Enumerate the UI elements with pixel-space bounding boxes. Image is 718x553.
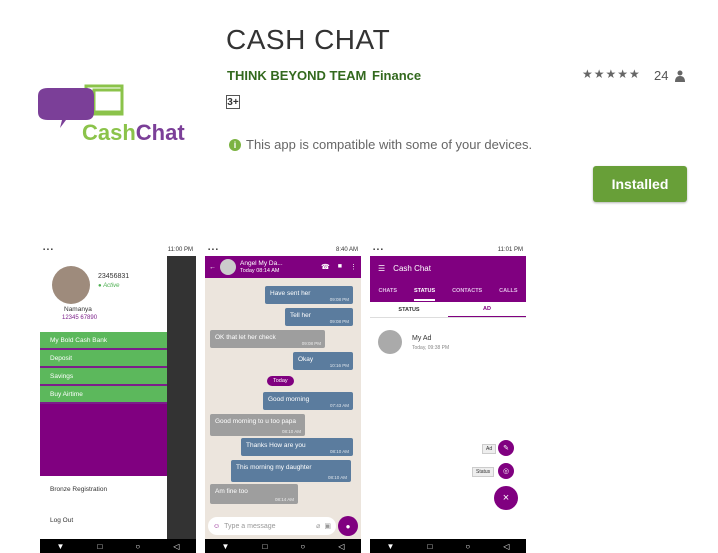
mic-icon: ●: [345, 521, 351, 531]
fab-status-button[interactable]: ◎: [498, 463, 514, 479]
home-icon: ○: [300, 541, 306, 551]
compatibility-note: i This app is compatible with some of yo…: [229, 137, 532, 152]
menu-item-buy-airtime[interactable]: Buy Airtime: [40, 386, 167, 404]
profile-subnumber: 12345 67890: [62, 315, 98, 321]
sub-tabs: STATUS AD: [370, 302, 526, 318]
compatibility-text: This app is compatible with some of your…: [246, 137, 533, 152]
category-link[interactable]: Finance: [372, 68, 421, 83]
menu-item-logout[interactable]: Log Out: [40, 509, 167, 532]
fab-status-label: Status: [472, 467, 495, 477]
home-icon: ○: [465, 541, 471, 551]
back-icon: ◁: [338, 541, 345, 551]
message-bubble: Thanks How are you 08:10 AM: [241, 438, 353, 456]
screenshot-2[interactable]: ▪ ▪ ▪ 8:40 AM ← Angel My Da... Today 08:1…: [205, 244, 361, 553]
fab-close-button[interactable]: ×: [494, 486, 518, 510]
back-icon: ◁: [173, 541, 180, 551]
tab-calls[interactable]: CALLS: [499, 288, 517, 294]
nav-drawer: 23456831 ● Active Namanya 12345 67890 My…: [40, 256, 167, 539]
home-icon: ○: [135, 541, 141, 551]
message-bubble: Am fine too 08:14 AM: [210, 484, 298, 504]
status-badge: ● Active: [98, 283, 120, 289]
subtab-status[interactable]: STATUS: [370, 302, 448, 317]
app-bar: ☰ Cash Chat: [370, 256, 526, 280]
logo-text: CashChat: [82, 120, 185, 145]
message-bubble: Have sent her 09:08 PM: [265, 286, 353, 304]
menu-icon: ▼: [386, 541, 395, 551]
camera-icon: ▣: [324, 523, 331, 530]
avatar: [378, 330, 402, 354]
emoji-icon: ☺: [213, 522, 221, 530]
phone-icon[interactable]: ☎: [321, 263, 330, 271]
message-bubble: OK that let her check 09:08 PM: [210, 330, 325, 348]
avatar: [52, 266, 90, 304]
info-icon: i: [229, 138, 241, 151]
ad-icon: ✎: [503, 445, 509, 452]
tab-bar: CHATS STATUS CONTACTS CALLS: [370, 280, 526, 302]
scrim: [167, 256, 196, 539]
status-bar: ▪ ▪ ▪ 11:00 PM: [40, 244, 196, 256]
nav-bar: ▼ □ ○ ◁: [370, 539, 526, 553]
message-bubble: Good morning to u too papa 08:10 AM: [210, 414, 305, 436]
status-bar: ▪ ▪ ▪ 11:01 PM: [370, 244, 526, 256]
message-bubble: Okay 10:16 PM: [293, 352, 353, 370]
app-bar-title: Cash Chat: [393, 263, 431, 273]
screenshot-3[interactable]: ▪ ▪ ▪ 11:01 PM ☰ Cash Chat CHATS STATUS C…: [370, 244, 526, 553]
input-placeholder: Type a message: [224, 522, 276, 530]
menu-icon: ▼: [221, 541, 230, 551]
nav-bar: ▼ □ ○ ◁: [205, 539, 361, 553]
contact-name: Angel My Da...: [240, 259, 283, 267]
profile-name: Namanya: [64, 306, 92, 313]
status-item-name[interactable]: My Ad: [412, 335, 431, 342]
subtab-ad[interactable]: AD: [448, 302, 526, 317]
tab-contacts[interactable]: CONTACTS: [452, 288, 482, 294]
app-title: CASH CHAT: [226, 24, 391, 55]
status-icon: ◎: [502, 468, 510, 475]
screenshot-1[interactable]: ▪ ▪ ▪ 11:00 PM 23456831 ● Active Namanya …: [40, 244, 196, 553]
back-icon: ◁: [503, 541, 510, 551]
message-bubble: Good morning 07:43 AM: [263, 392, 353, 410]
tab-chats[interactable]: CHATS: [378, 288, 397, 294]
tab-status[interactable]: STATUS: [413, 281, 436, 301]
rating-count: 24: [654, 68, 669, 83]
person-icon: [675, 70, 685, 82]
status-bar: ▪ ▪ ▪ 8:40 AM: [205, 244, 361, 256]
profile-phone-number: 23456831: [98, 273, 130, 280]
installed-button[interactable]: Installed: [593, 166, 687, 202]
developer-link[interactable]: THINK BEYOND TEAM: [227, 68, 366, 83]
menu-item-bronze[interactable]: Bronze Registration: [40, 478, 167, 501]
fab-ad-label: Ad: [482, 444, 497, 454]
status-item-time: Today, 09:38 PM: [412, 345, 450, 351]
contact-avatar: [220, 259, 236, 275]
star-rating: ★★★★★: [582, 67, 641, 81]
drawer-spacer: [40, 404, 167, 476]
message-bubble: Tell her 09:08 PM: [285, 308, 353, 326]
mic-button[interactable]: ●: [338, 516, 358, 536]
last-seen: Today 08:14 AM: [240, 267, 280, 274]
nav-bar: ▼ □ ○ ◁: [40, 539, 196, 553]
hamburger-icon[interactable]: ☰: [378, 264, 385, 273]
attach-icon: ⌀: [316, 523, 321, 530]
menu-item-cash-bank[interactable]: My Bold Cash Bank: [40, 332, 167, 350]
date-chip: Today: [267, 376, 294, 386]
recent-icon: □: [97, 541, 103, 551]
menu-item-deposit[interactable]: Deposit: [40, 350, 167, 368]
chat-header: ← Angel My Da... Today 08:14 AM ☎ ■ ⋮: [205, 256, 361, 278]
fab-ad-button[interactable]: ✎: [498, 440, 514, 456]
back-arrow-icon[interactable]: ←: [209, 264, 216, 271]
message-input[interactable]: ☺ Type a message ⌀ ▣: [208, 517, 336, 535]
video-icon[interactable]: ■: [338, 263, 342, 271]
menu-item-savings[interactable]: Savings: [40, 368, 167, 386]
profile-header: 23456831 ● Active Namanya 12345 67890: [40, 256, 167, 328]
more-icon[interactable]: ⋮: [350, 263, 357, 271]
message-bubble: This morning my daughter 08:10 AM: [231, 460, 351, 482]
content-rating-badge: 3+: [226, 95, 240, 109]
recent-icon: □: [262, 541, 268, 551]
menu-icon: ▼: [56, 541, 65, 551]
recent-icon: □: [427, 541, 433, 551]
